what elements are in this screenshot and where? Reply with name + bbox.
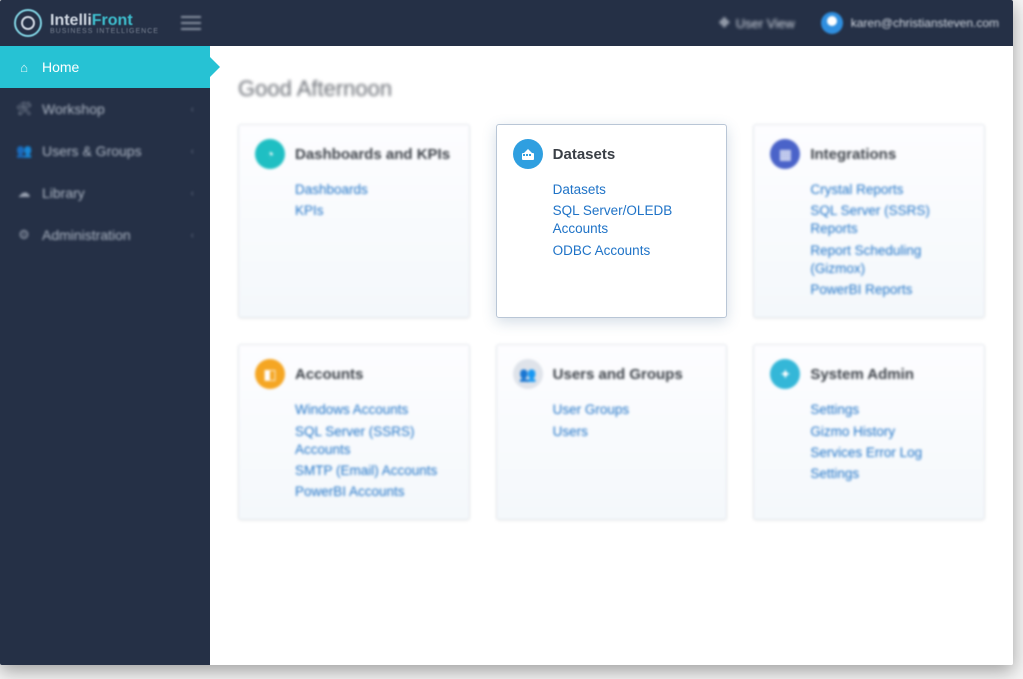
link-settings[interactable]: Settings — [810, 401, 968, 419]
users-icon: 👥 — [16, 143, 32, 159]
sidebar-item-administration[interactable]: ⚙ Administration ‹ — [0, 214, 210, 256]
dashboard-icon: ◔ — [255, 139, 285, 169]
card-title: Accounts — [295, 366, 363, 383]
link-ssrs-reports[interactable]: SQL Server (SSRS) Reports — [810, 202, 968, 238]
user-view-label: User View — [736, 16, 795, 31]
sidebar-item-label: Home — [42, 59, 79, 75]
card-title: Integrations — [810, 146, 896, 163]
user-menu[interactable]: karen@christiansteven.com — [821, 12, 999, 34]
card-datasets: Datasets Datasets SQL Server/OLEDB Accou… — [496, 124, 728, 318]
link-settings-2[interactable]: Settings — [810, 465, 968, 483]
arrows-icon: ✥ — [719, 15, 730, 31]
card-title: Users and Groups — [553, 366, 683, 383]
card-integrations: ▦ Integrations Crystal Reports SQL Serve… — [753, 124, 985, 318]
sidebar-item-users-groups[interactable]: 👥 Users & Groups ‹ — [0, 130, 210, 172]
link-kpis[interactable]: KPIs — [295, 202, 453, 220]
sidebar-item-label: Library — [42, 185, 85, 201]
card-title: Datasets — [553, 146, 616, 163]
gear-icon: ⚙ — [16, 227, 32, 243]
home-icon: ⌂ — [16, 60, 32, 75]
link-windows-accounts[interactable]: Windows Accounts — [295, 401, 453, 419]
brand-logo[interactable]: IntelliFront BUSINESS INTELLIGENCE — [14, 9, 159, 37]
brand-name: IntelliFront — [50, 12, 133, 29]
app-window: IntelliFront BUSINESS INTELLIGENCE ✥ Use… — [0, 0, 1013, 665]
logo-mark-icon — [14, 9, 42, 37]
sidebar-item-label: Users & Groups — [42, 143, 142, 159]
topbar: IntelliFront BUSINESS INTELLIGENCE ✥ Use… — [0, 0, 1013, 46]
link-crystal-reports[interactable]: Crystal Reports — [810, 181, 968, 199]
sidebar: ⌂ Home 🛠 Workshop ‹ 👥 Users & Groups ‹ ☁… — [0, 46, 210, 665]
wrench-icon: 🛠 — [16, 101, 32, 117]
page-greeting: Good Afternoon — [238, 76, 985, 102]
avatar-icon — [821, 12, 843, 34]
sidebar-item-library[interactable]: ☁ Library ‹ — [0, 172, 210, 214]
users-groups-icon: 👥 — [513, 359, 543, 389]
main-content: Good Afternoon ◔ Dashboards and KPIs Das… — [210, 46, 1013, 665]
link-odbc-accounts[interactable]: ODBC Accounts — [553, 242, 711, 260]
link-user-groups[interactable]: User Groups — [553, 401, 711, 419]
link-smtp-accounts[interactable]: SMTP (Email) Accounts — [295, 462, 453, 480]
brand-subtitle: BUSINESS INTELLIGENCE — [50, 28, 159, 35]
card-grid: ◔ Dashboards and KPIs Dashboards KPIs Da… — [238, 124, 985, 520]
chevron-left-icon: ‹ — [191, 146, 194, 157]
link-report-scheduling[interactable]: Report Scheduling (Gizmox) — [810, 242, 968, 278]
link-sqlserver-oledb-accounts[interactable]: SQL Server/OLEDB Accounts — [553, 202, 711, 238]
accounts-icon: ◧ — [255, 359, 285, 389]
sidebar-item-home[interactable]: ⌂ Home — [0, 46, 210, 88]
sidebar-item-workshop[interactable]: 🛠 Workshop ‹ — [0, 88, 210, 130]
link-powerbi-reports[interactable]: PowerBI Reports — [810, 281, 968, 299]
chevron-left-icon: ‹ — [191, 104, 194, 115]
chevron-left-icon: ‹ — [191, 230, 194, 241]
menu-toggle-icon[interactable] — [181, 16, 201, 30]
link-gizmo-history[interactable]: Gizmo History — [810, 423, 968, 441]
card-system-admin: ✦ System Admin Settings Gizmo History Se… — [753, 344, 985, 520]
card-title: System Admin — [810, 366, 914, 383]
card-title: Dashboards and KPIs — [295, 146, 450, 163]
link-services-error-log[interactable]: Services Error Log — [810, 444, 968, 462]
sidebar-item-label: Administration — [42, 227, 131, 243]
link-datasets[interactable]: Datasets — [553, 181, 711, 199]
datasets-icon — [513, 139, 543, 169]
cloud-icon: ☁ — [16, 185, 32, 201]
link-dashboards[interactable]: Dashboards — [295, 181, 453, 199]
user-view-toggle[interactable]: ✥ User View — [719, 15, 795, 31]
sidebar-item-label: Workshop — [42, 101, 105, 117]
card-users-groups: 👥 Users and Groups User Groups Users — [496, 344, 728, 520]
card-dashboards-kpis: ◔ Dashboards and KPIs Dashboards KPIs — [238, 124, 470, 318]
link-users[interactable]: Users — [553, 423, 711, 441]
user-email: karen@christiansteven.com — [851, 16, 999, 30]
link-ssrs-accounts[interactable]: SQL Server (SSRS) Accounts — [295, 423, 453, 459]
integrations-icon: ▦ — [770, 139, 800, 169]
card-accounts: ◧ Accounts Windows Accounts SQL Server (… — [238, 344, 470, 520]
link-powerbi-accounts[interactable]: PowerBI Accounts — [295, 483, 453, 501]
chevron-left-icon: ‹ — [191, 188, 194, 199]
system-admin-icon: ✦ — [770, 359, 800, 389]
